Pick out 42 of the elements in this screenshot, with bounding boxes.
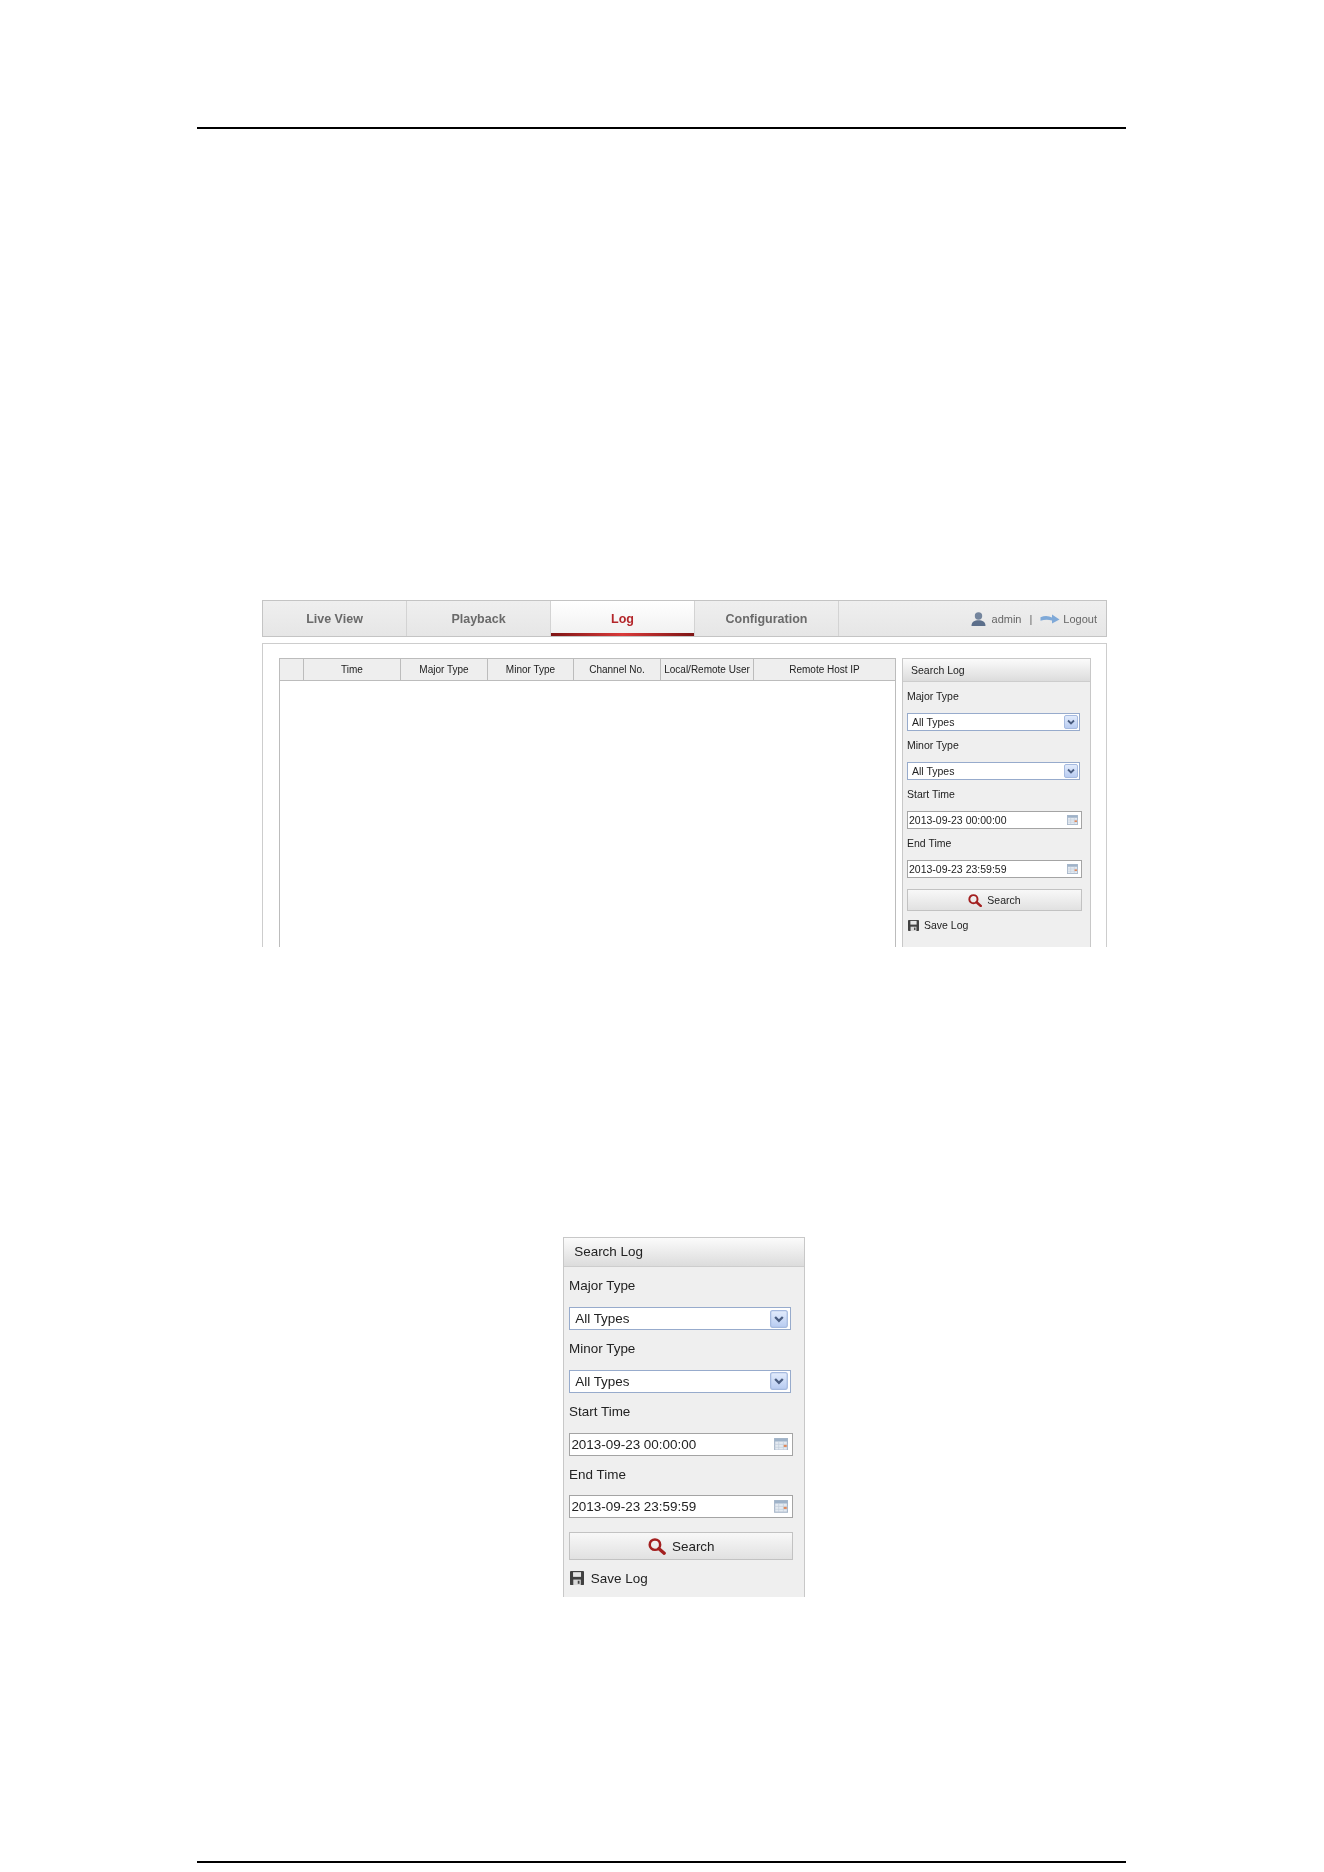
tab[interactable]: Configuration [695,601,839,636]
panel-header: Search Log [903,659,1090,682]
search-button[interactable]: Search [907,889,1082,911]
field-label: Minor Type [907,738,959,753]
column-header: Time [304,659,401,680]
tab[interactable]: Log [551,601,695,636]
column-header: Local/Remote User [661,659,754,680]
chevron-down-icon[interactable] [770,1372,789,1391]
column-header: Major Type [401,659,488,680]
field-label: Start Time [569,1402,631,1421]
date-time-field[interactable]: 2013-09-23 00:00:00 [569,1432,794,1456]
dropdown-field[interactable]: All Types [907,762,1080,780]
chevron-down-icon[interactable] [1064,715,1078,729]
column-header: Minor Type [488,659,574,680]
field-label: Minor Type [569,1340,636,1359]
save-log-link[interactable]: Save Log [569,1566,648,1590]
date-time-field[interactable]: 2013-09-23 23:59:59 [907,860,1082,878]
arrow-icon [1040,613,1061,624]
date-time-field[interactable]: 2013-09-23 23:59:59 [569,1495,794,1519]
chevron-down-icon[interactable] [1064,764,1078,778]
save-log-link[interactable]: Save Log [907,916,969,934]
search-icon [968,893,983,907]
search-button[interactable]: Search [569,1532,794,1561]
field-label: Start Time [907,787,955,802]
dropdown-field[interactable]: All Types [569,1369,791,1393]
chevron-down-icon[interactable] [770,1309,789,1328]
date-time-field[interactable]: 2013-09-23 00:00:00 [907,811,1082,829]
field-label: End Time [907,836,952,851]
logout-link[interactable]: Logout [1040,612,1097,625]
dropdown-field[interactable]: All Types [907,713,1080,731]
field-label: End Time [569,1465,626,1484]
person-icon [970,611,986,626]
field-label: Major Type [569,1277,636,1296]
tab[interactable]: Live View [263,601,407,636]
column-header: Remote Host IP [788,663,861,677]
column-header: Channel No. [574,659,661,680]
user-name: admin [991,612,1022,625]
separator-text: | [1029,612,1033,625]
panel-header: Search Log [564,1238,804,1268]
search-icon [647,1538,666,1555]
dropdown-field[interactable]: All Types [569,1307,791,1331]
field-label: Major Type [907,689,959,704]
